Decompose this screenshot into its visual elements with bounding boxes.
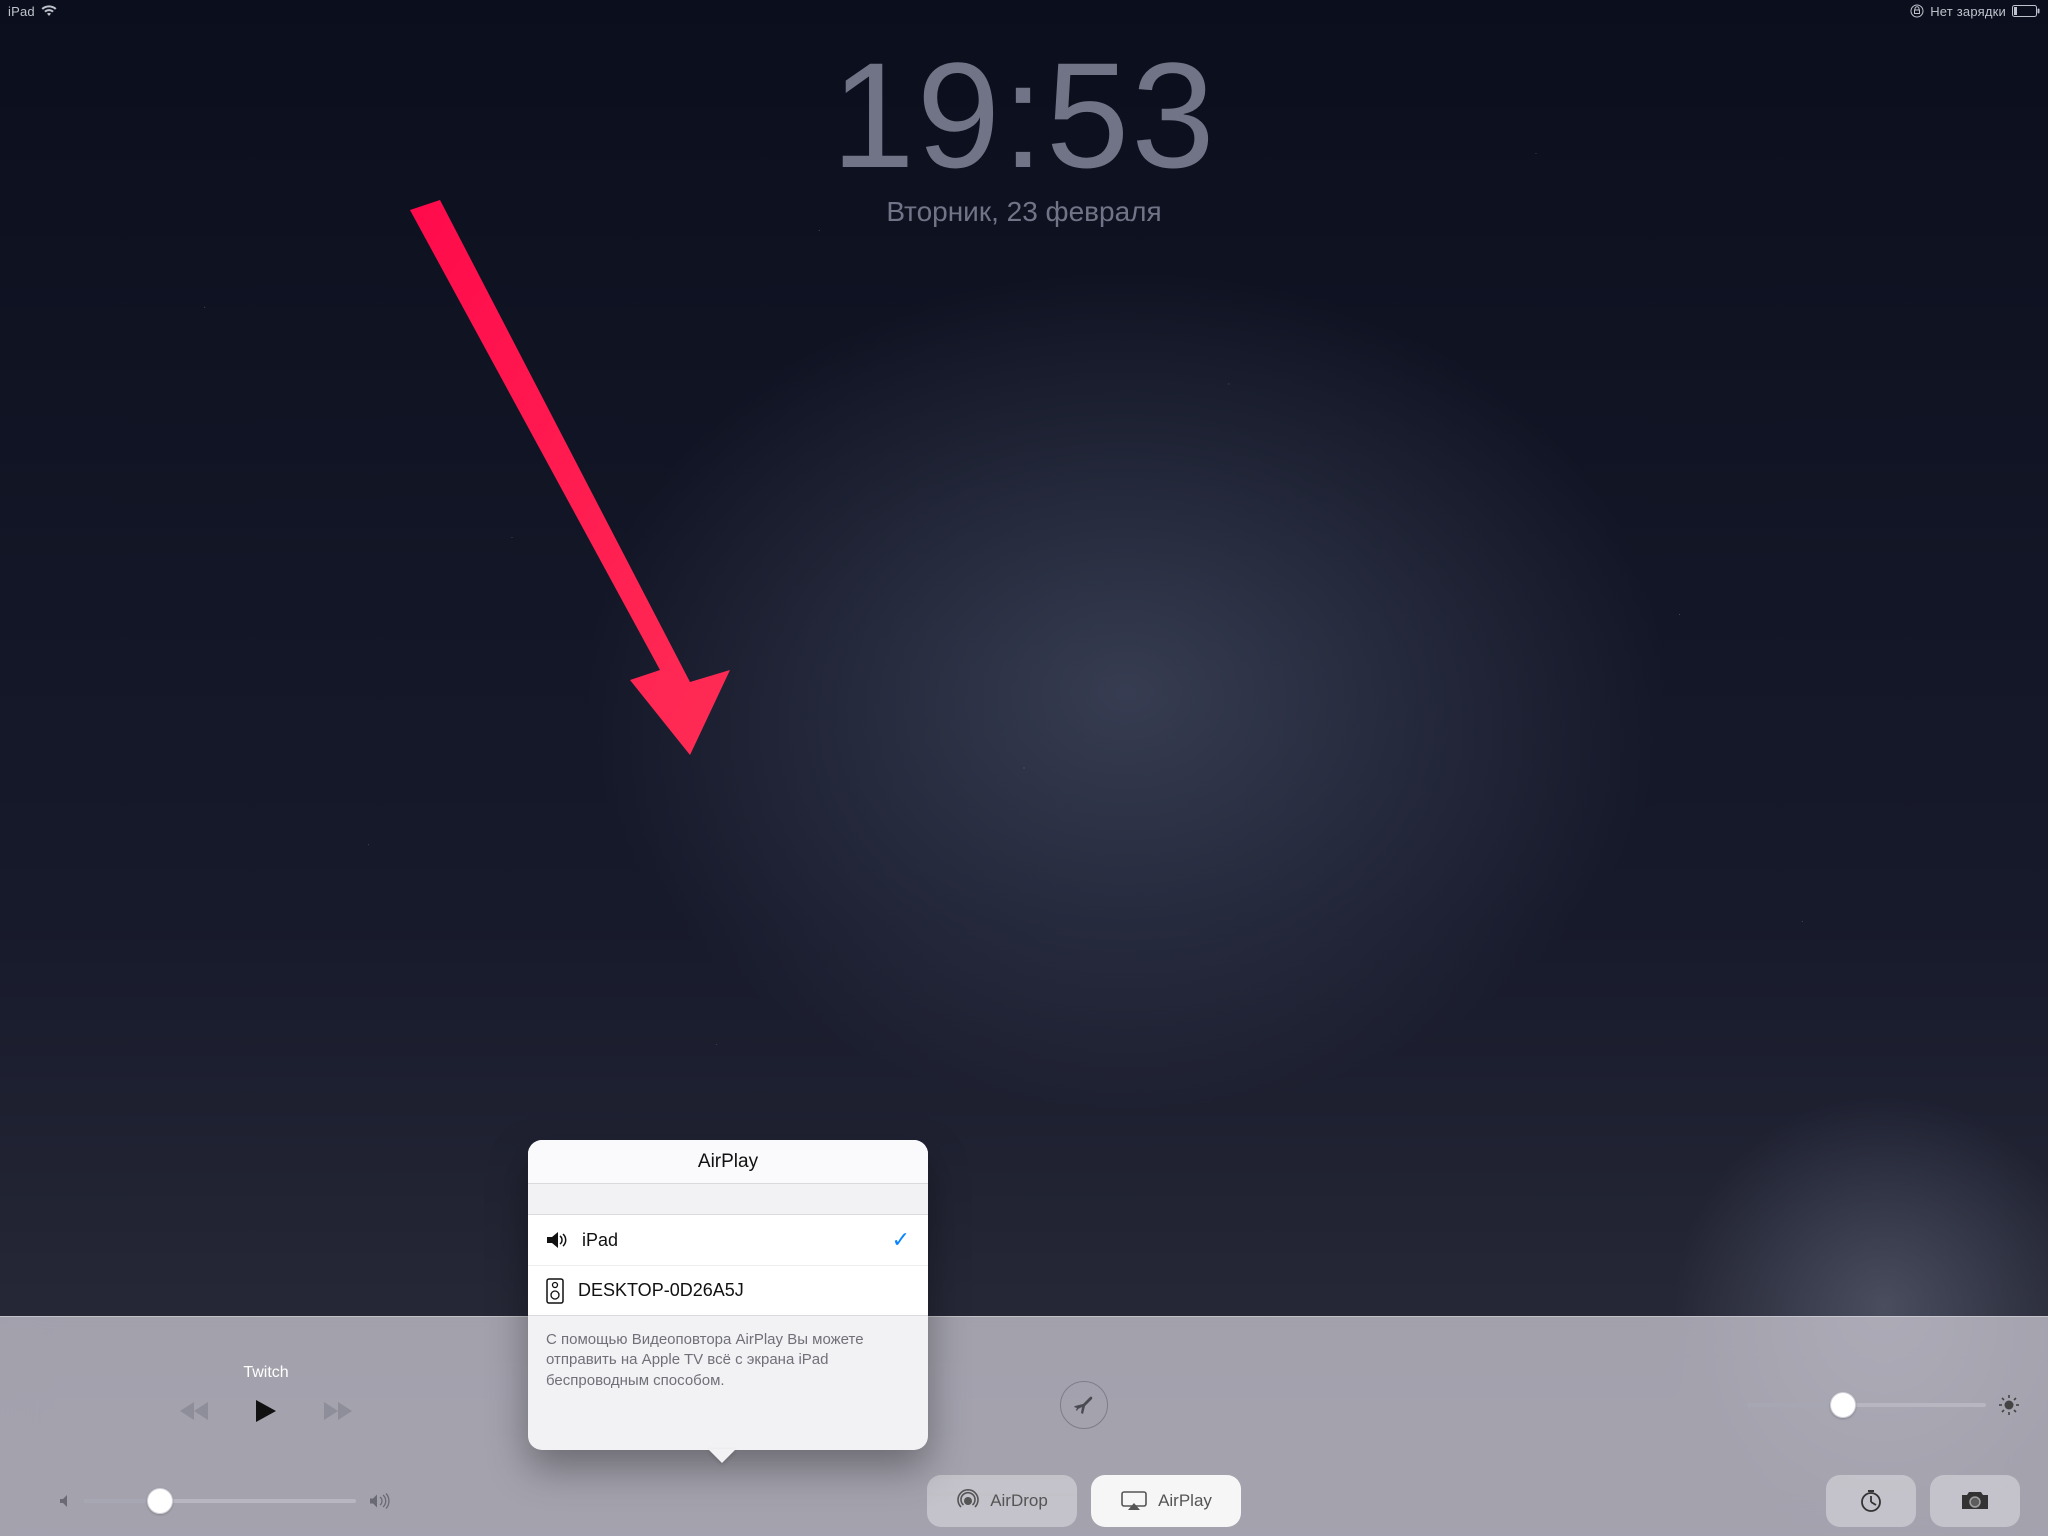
display-icon — [546, 1278, 564, 1304]
airdrop-label: AirDrop — [990, 1491, 1048, 1511]
airplay-device-label: iPad — [582, 1230, 618, 1251]
timer-icon — [1858, 1488, 1884, 1514]
clock-time: 19:53 — [0, 40, 2048, 190]
wallpaper-stars — [0, 0, 2048, 1536]
rotation-lock-icon — [1910, 4, 1924, 18]
now-playing-title: Twitch — [140, 1364, 392, 1382]
media-controls: Twitch — [0, 1354, 420, 1429]
airplay-label: AirPlay — [1158, 1491, 1212, 1511]
status-bar: iPad Нет зарядки — [0, 0, 2048, 22]
volume-high-icon — [370, 1493, 392, 1509]
popover-caret-icon — [708, 1449, 736, 1463]
airplay-popover: AirPlay iPad ✓ DESKTOP-0D26A5J С помощью… — [528, 1140, 928, 1450]
volume-slider[interactable] — [0, 1493, 420, 1509]
airplay-button[interactable]: AirPlay — [1091, 1475, 1241, 1527]
speaker-icon — [546, 1231, 568, 1249]
camera-button[interactable] — [1930, 1475, 2020, 1527]
brightness-icon — [1998, 1394, 2020, 1416]
rewind-button[interactable] — [178, 1400, 212, 1427]
wifi-icon — [41, 5, 57, 17]
airdrop-button[interactable]: AirDrop — [927, 1475, 1077, 1527]
airplay-popover-title: AirPlay — [528, 1140, 928, 1184]
airplay-popover-footer: С помощью Видеоповтора AirPlay Вы можете… — [528, 1316, 928, 1391]
airplay-device-ipad[interactable]: iPad ✓ — [528, 1215, 928, 1265]
camera-icon — [1960, 1490, 1990, 1512]
brightness-slider[interactable] — [1748, 1368, 2048, 1416]
device-label: iPad — [8, 4, 35, 19]
lock-screen: iPad Нет зарядки 19:53 Вторник, 23 февра… — [0, 0, 2048, 1536]
airplay-device-desktop[interactable]: DESKTOP-0D26A5J — [528, 1265, 928, 1315]
battery-icon — [2012, 5, 2040, 17]
control-center[interactable]: Twitch — [0, 1316, 2048, 1536]
airplane-icon — [1071, 1392, 1097, 1418]
play-button[interactable] — [254, 1398, 278, 1429]
annotation-arrow-icon — [330, 200, 750, 760]
fast-forward-button[interactable] — [320, 1400, 354, 1427]
lock-clock: 19:53 Вторник, 23 февраля — [0, 40, 2048, 228]
airdrop-icon — [956, 1489, 980, 1513]
airplay-device-label: DESKTOP-0D26A5J — [578, 1280, 744, 1301]
airplane-mode-button[interactable] — [1060, 1381, 1108, 1429]
airplay-icon — [1120, 1490, 1148, 1512]
clock-date: Вторник, 23 февраля — [0, 196, 2048, 228]
volume-low-icon — [60, 1494, 70, 1508]
charge-label: Нет зарядки — [1930, 4, 2006, 19]
timer-button[interactable] — [1826, 1475, 1916, 1527]
checkmark-icon: ✓ — [892, 1227, 910, 1253]
